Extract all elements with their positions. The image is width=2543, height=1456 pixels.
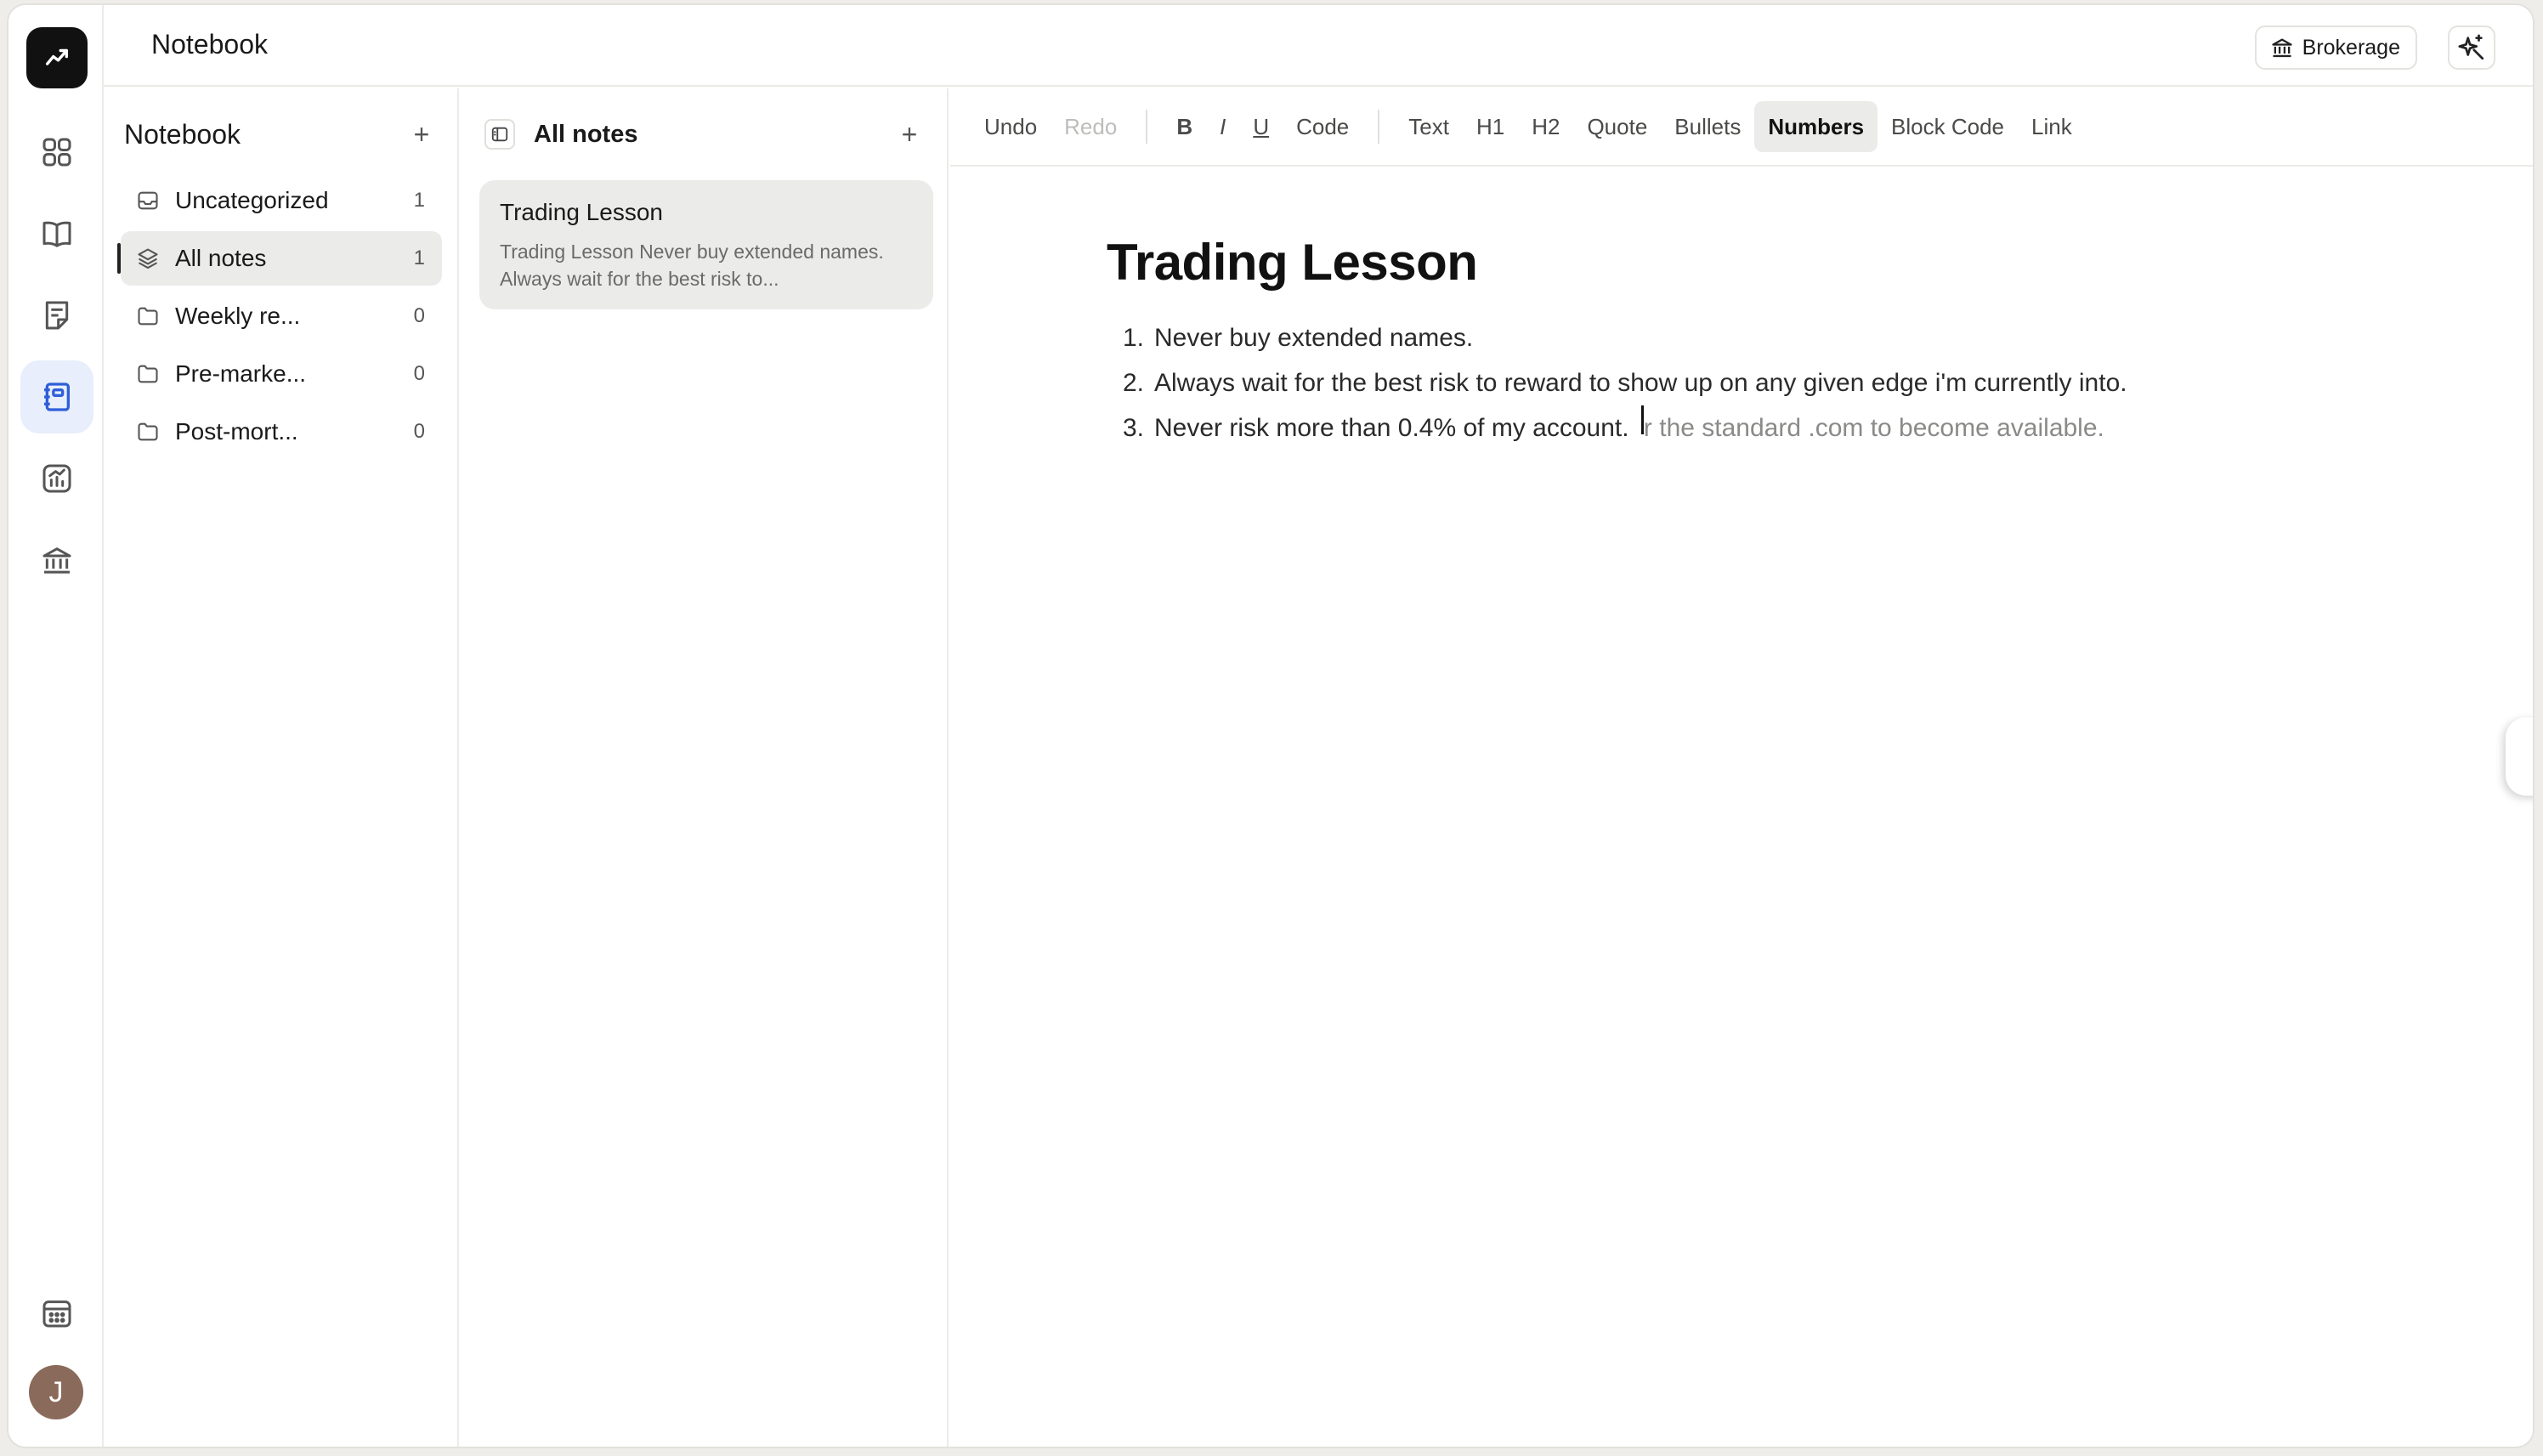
folder-label: All notes	[175, 245, 267, 271]
note-card-preview: Trading Lesson Never buy extended names.…	[500, 241, 884, 290]
list-number: 1.	[1122, 324, 1144, 352]
brokerage-button[interactable]: Brokerage	[2254, 25, 2417, 70]
note-editor: Undo Redo B I U Code Text H1 H2 Quote Bu…	[950, 88, 2533, 1447]
notes-list-title: All notes	[534, 120, 638, 148]
folder-label: Post-mort...	[175, 418, 298, 445]
rail-journal[interactable]	[20, 197, 93, 270]
list-item-text: Never risk more than 0.4% of my account.	[1154, 414, 1636, 442]
numbered-list-button[interactable]: Numbers	[1754, 101, 1878, 152]
folder-weekly-review[interactable]: Weekly re... 0	[121, 289, 442, 343]
folder-count: 1	[413, 189, 425, 212]
link-button[interactable]: Link	[2018, 101, 2086, 152]
dashboard-icon	[42, 138, 71, 167]
bullet-list-button[interactable]: Bullets	[1661, 101, 1754, 152]
notes-header: All notes +	[484, 116, 925, 153]
trend-up-icon	[45, 48, 69, 65]
add-folder-button[interactable]: +	[406, 119, 437, 150]
folder-count: 1	[413, 246, 425, 269]
inline-code-button[interactable]: Code	[1283, 101, 1362, 152]
folder-label: Pre-marke...	[175, 360, 307, 387]
notebook-icon	[44, 382, 71, 411]
sidebar-header: Notebook +	[124, 116, 437, 153]
notes-icon	[45, 301, 69, 330]
sparkle-icon	[2458, 34, 2484, 60]
undo-button[interactable]: Undo	[971, 101, 1051, 152]
rail-notes[interactable]	[20, 279, 93, 352]
document-body[interactable]: Trading Lesson 1. Never buy extended nam…	[1107, 233, 2482, 450]
folder-count: 0	[413, 362, 425, 385]
calendar-icon	[42, 1300, 71, 1328]
heading1-button[interactable]: H1	[1463, 101, 1518, 152]
code-block-button[interactable]: Block Code	[1878, 101, 2018, 152]
bold-button[interactable]: B	[1163, 101, 1206, 152]
editor-toolbar: Undo Redo B I U Code Text H1 H2 Quote Bu…	[950, 88, 2533, 167]
top-header: Notebook Brokerage	[104, 5, 2533, 87]
rail-bank[interactable]	[20, 524, 93, 597]
folder-icon	[138, 422, 158, 441]
folder-icon	[138, 307, 158, 326]
toolbar-divider	[1378, 110, 1380, 144]
quote-button[interactable]: Quote	[1573, 101, 1661, 152]
bank-icon	[42, 547, 71, 574]
sidebar-title: Notebook	[124, 118, 241, 150]
folder-count: 0	[413, 304, 425, 327]
analytics-icon	[42, 464, 71, 493]
brokerage-label: Brokerage	[2302, 35, 2400, 59]
toolbar-divider	[1146, 110, 1148, 144]
add-note-button[interactable]: +	[894, 119, 925, 150]
note-card[interactable]: Trading Lesson Trading Lesson Never buy …	[479, 180, 933, 309]
journal-book-icon	[42, 221, 71, 247]
sidebar-panel-icon	[491, 127, 508, 142]
side-panel-handle[interactable]	[2506, 717, 2533, 796]
rail-calendar[interactable]	[20, 1277, 93, 1350]
text-style-button[interactable]: Text	[1395, 101, 1463, 152]
rail-notebook[interactable]	[20, 360, 93, 433]
page-title: Notebook	[151, 29, 268, 59]
folder-list: Uncategorized 1 All notes 1 Weekly re...…	[117, 173, 442, 462]
rail-analytics[interactable]	[20, 442, 93, 515]
folder-icon	[138, 365, 158, 383]
document-title[interactable]: Trading Lesson	[1107, 233, 2482, 292]
user-avatar[interactable]: J	[29, 1365, 83, 1419]
ai-assistant-button[interactable]	[2448, 25, 2495, 70]
note-card-title: Trading Lesson	[500, 199, 663, 225]
autocomplete-suggestion: r the standard .com to become available.	[1643, 414, 2104, 442]
list-number: 2.	[1122, 369, 1144, 397]
app-logo[interactable]	[26, 27, 88, 88]
rail-dashboard[interactable]	[20, 116, 93, 189]
list-number: 3.	[1122, 414, 1144, 442]
redo-button[interactable]: Redo	[1051, 101, 1130, 152]
folder-post-mortem[interactable]: Post-mort... 0	[121, 405, 442, 459]
app-window: J Notebook Brokerage Notebook + Uncatego…	[7, 3, 2535, 1448]
notebook-sidebar: Notebook + Uncategorized 1 All notes 1 W…	[104, 88, 459, 1447]
list-item[interactable]: 3. Never risk more than 0.4% of my accou…	[1107, 405, 2482, 450]
italic-button[interactable]: I	[1206, 101, 1239, 152]
icon-rail: J	[8, 5, 104, 1447]
folder-label: Uncategorized	[175, 187, 329, 213]
folder-all-notes[interactable]: All notes 1	[117, 231, 442, 286]
bank-icon	[2271, 38, 2292, 58]
list-item-text: Never buy extended names.	[1154, 324, 1474, 352]
folder-uncategorized[interactable]: Uncategorized 1	[121, 173, 442, 228]
list-item[interactable]: 1. Never buy extended names.	[1107, 315, 2482, 360]
list-item-text: Always wait for the best risk to reward …	[1154, 369, 2127, 397]
underline-button[interactable]: U	[1239, 101, 1283, 152]
folder-label: Weekly re...	[175, 303, 301, 329]
folder-count: 0	[413, 420, 425, 443]
heading2-button[interactable]: H2	[1518, 101, 1573, 152]
list-item[interactable]: 2. Always wait for the best risk to rewa…	[1107, 360, 2482, 405]
folder-pre-market[interactable]: Pre-marke... 0	[121, 347, 442, 401]
inbox-icon	[138, 191, 158, 210]
toggle-sidebar-button[interactable]	[484, 119, 515, 150]
notes-list-panel: All notes + Trading Lesson Trading Lesso…	[461, 88, 949, 1447]
layers-icon	[138, 248, 158, 269]
numbered-list: 1. Never buy extended names. 2. Always w…	[1107, 315, 2482, 450]
